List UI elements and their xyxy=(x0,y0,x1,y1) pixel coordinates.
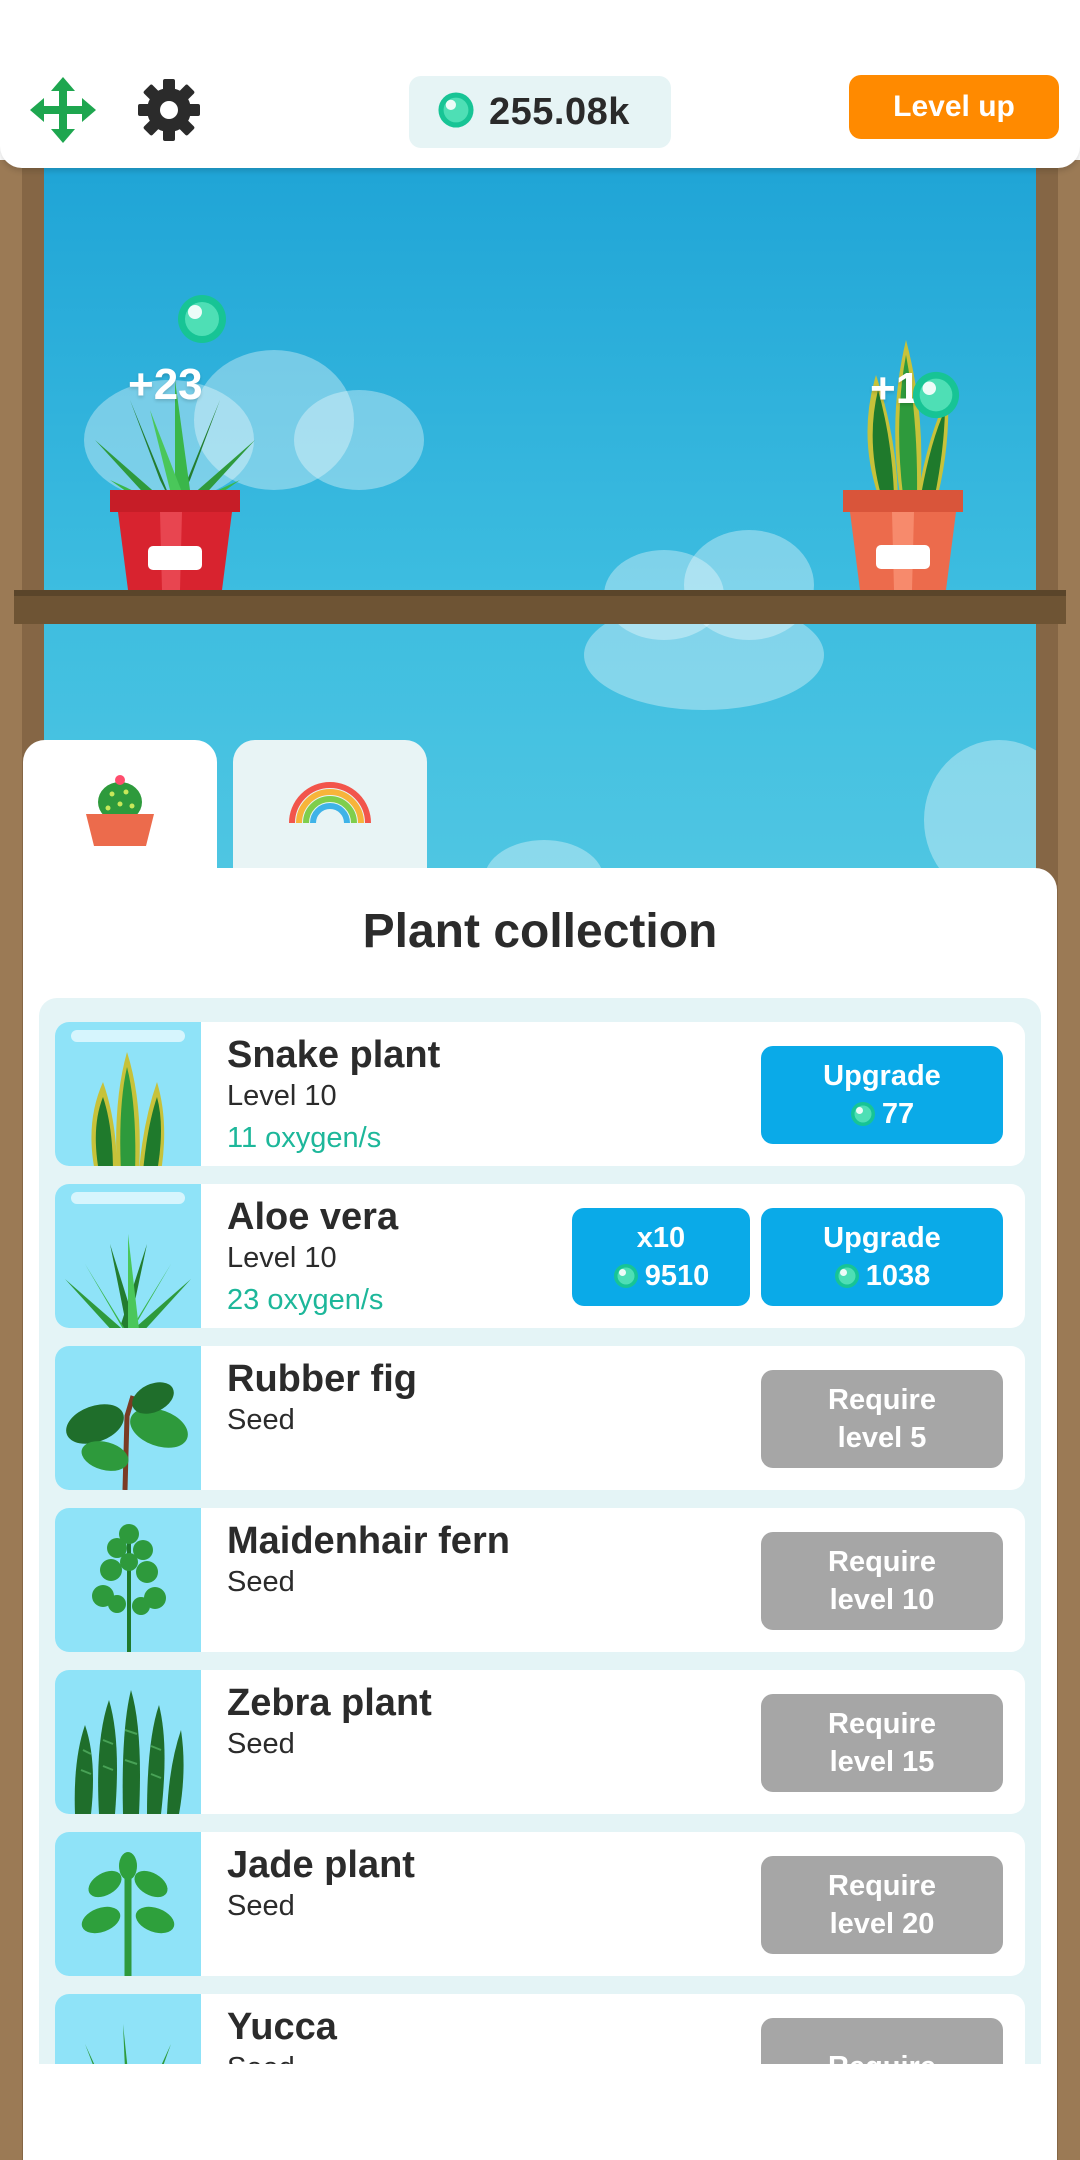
plant-list[interactable]: Snake plant Level 10 11 oxygen/s Upgrade… xyxy=(39,998,1041,2064)
list-item-snake-plant[interactable]: Snake plant Level 10 11 oxygen/s Upgrade… xyxy=(55,1022,1025,1166)
require-level-button[interactable]: Require level 10 xyxy=(761,1532,1003,1630)
require-level-button[interactable]: Require level 15 xyxy=(761,1694,1003,1792)
plant-name: Maidenhair fern xyxy=(227,1520,510,1562)
require-label: Require xyxy=(828,1708,936,1740)
list-item-rubber-fig[interactable]: Rubber fig Seed Require level 5 xyxy=(55,1346,1025,1490)
aloe-vera-icon xyxy=(55,1184,201,1328)
require-label: Require xyxy=(828,1384,936,1416)
oxygen-bubble-icon[interactable] xyxy=(176,293,228,350)
require-level: level 15 xyxy=(829,1746,935,1778)
plant-level: Seed xyxy=(227,1566,295,1598)
plant-collection-panel: Plant collection Snake plant Level 10 11… xyxy=(23,868,1057,2160)
move-arrows-icon[interactable] xyxy=(25,72,101,148)
oxygen-counter: 255.08k xyxy=(409,76,671,148)
require-level-button[interactable]: Require level 5 xyxy=(761,1370,1003,1468)
upgrade-button[interactable]: Upgrade 1038 xyxy=(761,1208,1003,1306)
yucca-icon xyxy=(55,1994,201,2064)
pot-label xyxy=(876,545,930,569)
upgrade-button[interactable]: Upgrade 77 xyxy=(761,1046,1003,1144)
require-label: Require xyxy=(828,1870,936,1902)
rainbow-icon xyxy=(288,779,372,830)
plant-name: Jade plant xyxy=(227,1844,415,1886)
require-label: Require xyxy=(828,2048,936,2064)
plant-rate: 23 oxygen/s xyxy=(227,1284,384,1316)
tab-rainbow[interactable] xyxy=(233,740,427,868)
jade-plant-icon xyxy=(55,1832,201,1976)
require-level: level 10 xyxy=(829,1584,935,1616)
plant-name: Snake plant xyxy=(227,1034,441,1076)
list-item-maidenhair-fern[interactable]: Maidenhair fern Seed Require level 10 xyxy=(55,1508,1025,1652)
oxygen-bubble-icon xyxy=(834,1264,859,1288)
oxygen-total: 255.08k xyxy=(489,90,630,133)
list-item-jade-plant[interactable]: Jade plant Seed Require level 20 xyxy=(55,1832,1025,1976)
upgrade-label: Upgrade xyxy=(823,1060,941,1092)
maidenhair-fern-icon xyxy=(55,1508,201,1652)
plant-name: Yucca xyxy=(227,2006,337,2048)
oxygen-bubble-icon xyxy=(613,1264,638,1288)
cactus-pot-icon xyxy=(82,770,158,851)
tab-plants[interactable] xyxy=(23,740,217,880)
plant-name: Zebra plant xyxy=(227,1682,432,1724)
plant-level: Seed xyxy=(227,1404,295,1436)
x10-label: x10 xyxy=(636,1222,686,1254)
plant-name: Aloe vera xyxy=(227,1196,399,1238)
list-item-yucca[interactable]: Yucca Seed Require xyxy=(55,1994,1025,2064)
upgrade-label: Upgrade xyxy=(823,1222,941,1254)
wooden-shelf xyxy=(14,590,1066,624)
require-label: Require xyxy=(828,1546,936,1578)
left-gain-text: +23 xyxy=(128,360,203,409)
plant-level: Seed xyxy=(227,2052,295,2064)
list-item-zebra-plant[interactable]: Zebra plant Seed Require level 15 xyxy=(55,1670,1025,1814)
oxygen-bubble-icon xyxy=(850,1102,875,1126)
require-level-button[interactable]: Require xyxy=(761,2018,1003,2064)
panel-title: Plant collection xyxy=(362,905,718,958)
list-item-aloe-vera[interactable]: Aloe vera Level 10 23 oxygen/s x10 9510 … xyxy=(55,1184,1025,1328)
plant-name: Rubber fig xyxy=(227,1358,417,1400)
pot-label xyxy=(148,546,202,570)
require-level: level 20 xyxy=(829,1908,935,1940)
top-bar: 255.08k Level up xyxy=(0,0,1080,168)
level-up-button[interactable]: Level up xyxy=(849,75,1059,139)
upgrade-cost: 77 xyxy=(881,1098,915,1130)
require-level: level 5 xyxy=(837,1422,927,1454)
plant-level: Seed xyxy=(227,1728,295,1760)
rubber-fig-icon xyxy=(55,1346,201,1490)
x10-cost: 9510 xyxy=(644,1260,710,1292)
upgrade-cost: 1038 xyxy=(865,1260,931,1292)
zebra-plant-icon xyxy=(55,1670,201,1814)
require-level-button[interactable]: Require level 20 xyxy=(761,1856,1003,1954)
oxygen-bubble-icon[interactable] xyxy=(911,370,961,425)
plant-rate: 11 oxygen/s xyxy=(227,1122,382,1154)
gear-icon[interactable] xyxy=(131,72,207,148)
snake-plant-icon xyxy=(55,1022,201,1166)
plant-level: Level 10 xyxy=(227,1242,337,1274)
upgrade-x10-button[interactable]: x10 9510 xyxy=(572,1208,750,1306)
oxygen-bubble-icon xyxy=(437,91,475,134)
plant-level: Level 10 xyxy=(227,1080,337,1112)
plant-level: Seed xyxy=(227,1890,295,1922)
